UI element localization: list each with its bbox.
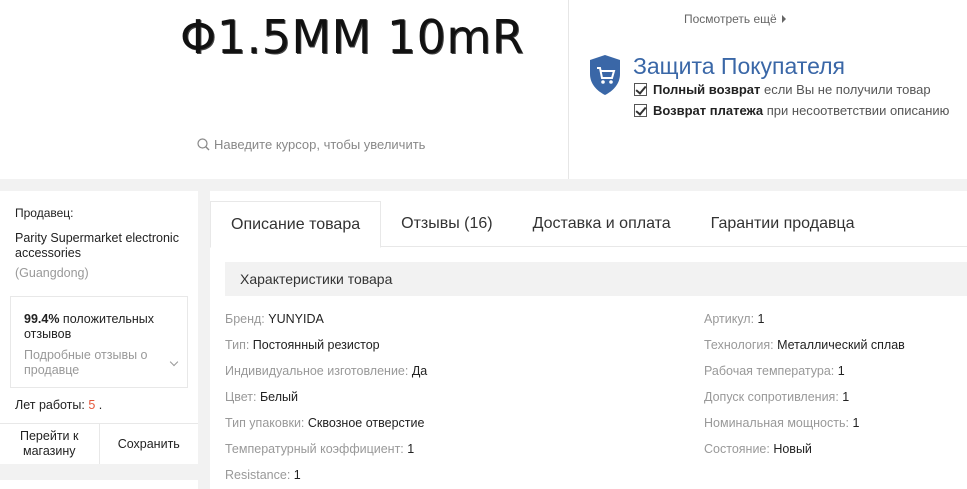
seller-label: Продавец: [15, 206, 74, 220]
spec-key: Номинальная мощность: [704, 416, 853, 430]
spec-key: Артикул: [704, 312, 758, 326]
spec-key: Тип: [225, 338, 253, 352]
spec-item: Бренд: YUNYIDA [225, 312, 324, 326]
spec-item: Температурный коэффициент: 1 [225, 442, 414, 456]
spec-item: Рабочая температура: 1 [704, 364, 845, 378]
spec-value: YUNYIDA [268, 312, 324, 326]
spec-key: Цвет: [225, 390, 260, 404]
spec-value: 1 [837, 364, 845, 378]
zoom-hint-text: Наведите курсор, чтобы увеличить [214, 137, 426, 152]
spec-value: 1 [842, 390, 850, 404]
spec-key: Рабочая температура: [704, 364, 838, 378]
seller-card: Продавец: Parity Supermarket electronic … [0, 191, 198, 464]
zoom-hint: Наведите курсор, чтобы увеличить [197, 137, 425, 152]
positive-percent: 99.4% [24, 312, 60, 326]
protection-item-text: при несоответствии описанию [763, 103, 950, 118]
protection-item-bold: Возврат платежа [653, 103, 764, 118]
tab-reviews[interactable]: Отзывы (16) [381, 201, 513, 247]
tab-bar: Описание товара Отзывы (16) Доставка и о… [210, 201, 967, 248]
spec-value: Белый [259, 390, 298, 404]
spec-item: Допуск сопротивления: 1 [704, 390, 849, 404]
seller-feedback-box: 99.4% положительных отзывов Подробные от… [10, 296, 188, 388]
product-details: Описание товара Отзывы (16) Доставка и о… [210, 191, 967, 489]
see-more-label: Посмотреть ещё [684, 12, 777, 26]
spec-value: Сквозное отверстие [307, 416, 425, 430]
specs-header: Характеристики товара [225, 262, 967, 296]
spec-item: Состояние: Новый [704, 442, 812, 456]
product-top-section: Φ1.5MM 10mR Наведите курсор, чтобы увели… [0, 0, 967, 179]
years-in-business: Лет работы: 5 . [15, 398, 102, 412]
spec-item: Номинальная мощность: 1 [704, 416, 859, 430]
seller-region: (Guangdong) [15, 266, 89, 280]
spec-item: Тип упаковки: Сквозное отверстие [225, 416, 424, 430]
detailed-feedback-link[interactable]: Подробные отзывы о продавце [24, 348, 166, 378]
checkbox-icon [634, 104, 647, 117]
checkbox-icon [634, 83, 647, 96]
protection-item: Возврат платежа при несоответствии описа… [634, 103, 949, 118]
spec-item: Цвет: Белый [225, 390, 298, 404]
spec-value: Новый [773, 442, 812, 456]
tab-shipping[interactable]: Доставка и оплата [513, 201, 691, 247]
spec-item: Тип: Постоянный резистор [225, 338, 380, 352]
spec-key: Resistance: [225, 468, 294, 482]
protection-item-bold: Полный возврат [653, 82, 761, 97]
spec-key: Индивидуальное изготовление: [225, 364, 412, 378]
divider [568, 0, 569, 179]
save-store-button[interactable]: Сохранить [98, 424, 199, 464]
spec-value: Да [411, 364, 428, 378]
tab-guarantees[interactable]: Гарантии продавца [691, 201, 875, 247]
spec-value: 1 [852, 416, 860, 430]
spec-value: Металлический сплав [777, 338, 905, 352]
spec-key: Тип упаковки: [225, 416, 308, 430]
product-image[interactable]: Φ1.5MM 10mR [180, 10, 524, 64]
spec-value: 1 [757, 312, 765, 326]
spec-key: Технология: [704, 338, 778, 352]
spec-key: Допуск сопротивления: [704, 390, 843, 404]
spec-key: Бренд: [225, 312, 269, 326]
go-to-store-button[interactable]: Перейти к магазину [0, 424, 99, 464]
protection-item: Полный возврат если Вы не получили товар [634, 82, 931, 97]
spec-item: Артикул: 1 [704, 312, 765, 326]
seller-name[interactable]: Parity Supermarket electronic accessorie… [15, 231, 190, 261]
years-label: Лет работы: [15, 398, 89, 412]
spec-value: 1 [407, 442, 415, 456]
tab-description[interactable]: Описание товара [210, 201, 382, 248]
spec-value: Постоянный резистор [252, 338, 380, 352]
caret-right-icon [781, 15, 786, 23]
next-card [0, 480, 198, 489]
spec-item: Resistance: 1 [225, 468, 301, 482]
buyer-protection-title: Защита Покупателя [633, 53, 845, 79]
seller-actions: Перейти к магазину Сохранить [0, 423, 198, 464]
magnifier-icon [197, 138, 210, 151]
spec-item: Индивидуальное изготовление: Да [225, 364, 427, 378]
shield-cart-icon [590, 55, 620, 95]
positive-feedback: 99.4% положительных отзывов [24, 312, 184, 342]
spec-value: 1 [293, 468, 301, 482]
years-suffix: . [95, 398, 103, 412]
spec-key: Состояние: [704, 442, 774, 456]
protection-item-text: если Вы не получили товар [760, 82, 931, 97]
spec-key: Температурный коэффициент: [225, 442, 408, 456]
spec-item: Технология: Металлический сплав [704, 338, 905, 352]
chevron-down-icon[interactable] [169, 357, 179, 367]
see-more-link[interactable]: Посмотреть ещё [684, 12, 786, 26]
